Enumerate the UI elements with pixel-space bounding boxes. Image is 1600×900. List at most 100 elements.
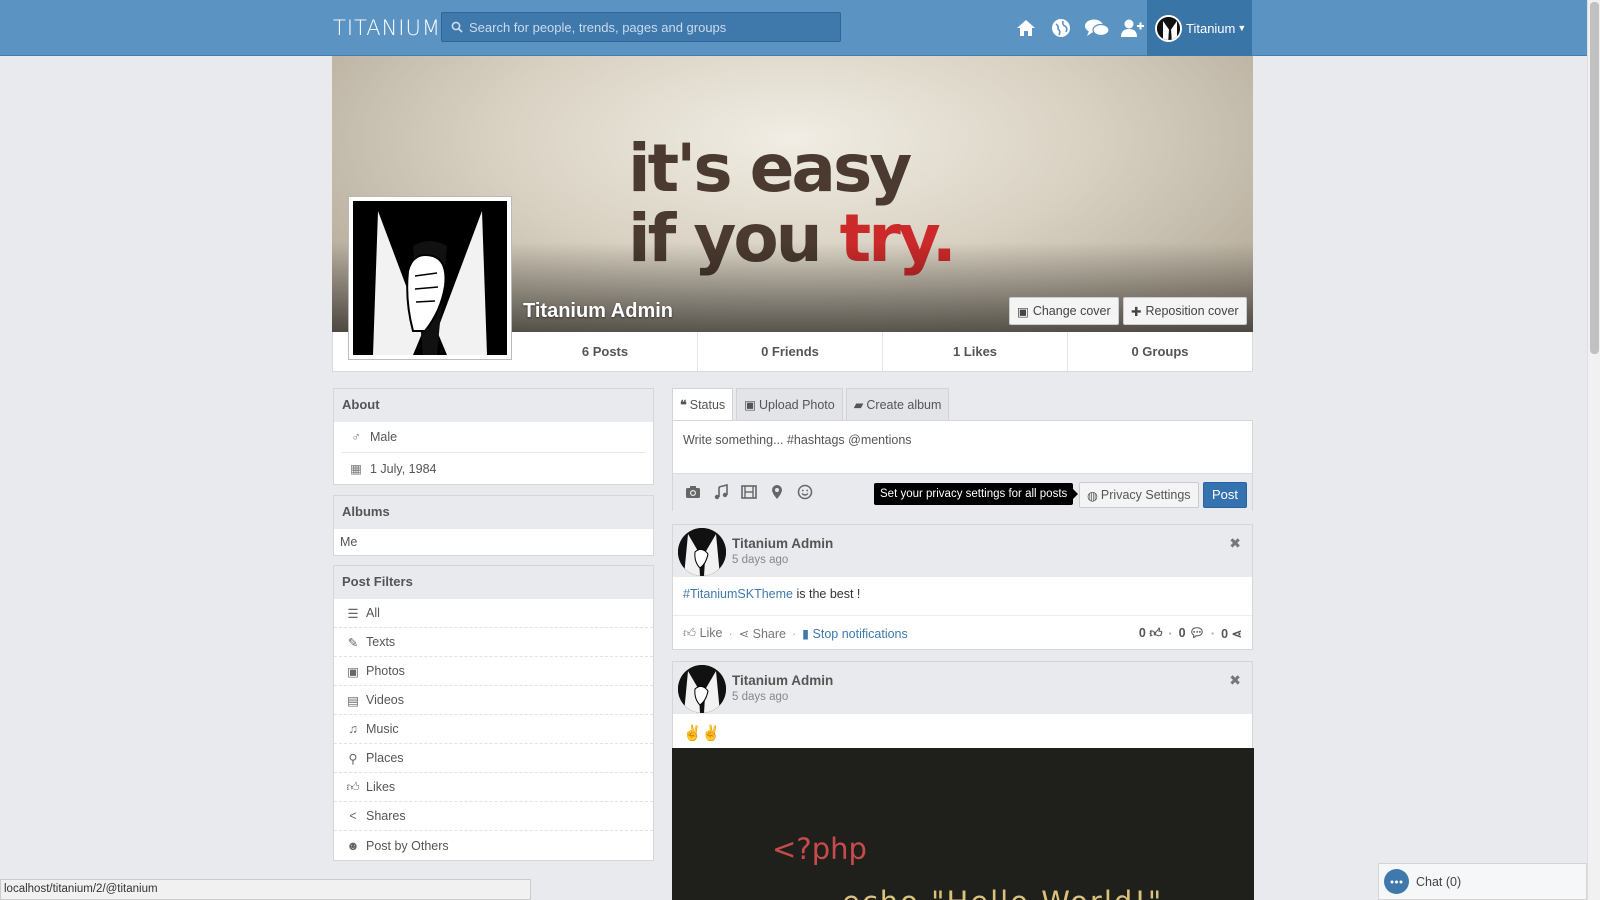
close-icon[interactable]: ✖	[1229, 535, 1241, 552]
browser-status-bar: localhost/titanium/2/@titanium	[0, 879, 531, 900]
camera-icon[interactable]	[685, 484, 701, 500]
camera-icon: ▣	[347, 664, 359, 679]
story-card: Titanium Admin 5 days ago ✖ #TitaniumSKT…	[672, 524, 1253, 650]
messages-icon[interactable]	[1084, 16, 1110, 40]
albums-title: Albums	[334, 496, 653, 529]
top-navbar: TITANIUM Titanium ▼	[0, 0, 1587, 56]
about-title: About	[334, 389, 653, 422]
music-icon: ♫	[348, 722, 358, 736]
stat-posts[interactable]: 6 Posts	[513, 332, 697, 371]
comments-count[interactable]: 0 💬︎	[1179, 626, 1205, 641]
filter-photos[interactable]: ▣ Photos	[334, 657, 653, 686]
add-friend-icon[interactable]	[1119, 16, 1144, 40]
avatar[interactable]	[678, 528, 726, 576]
avatar	[1155, 14, 1182, 42]
user-menu-label: Titanium	[1186, 20, 1236, 36]
pencil-icon: ✎	[347, 635, 359, 650]
status-textarea[interactable]: Write something... #hashtags @mentions	[683, 433, 912, 447]
tab-status[interactable]: ❝ Status	[672, 388, 734, 420]
stat-likes[interactable]: 1 Likes	[882, 332, 1067, 371]
caret-down-icon: ▼	[1237, 23, 1247, 33]
shares-count[interactable]: 0 ⋖	[1221, 626, 1242, 641]
group-icon: ☻	[346, 838, 360, 853]
calendar-icon: ▦	[350, 462, 362, 476]
film-icon[interactable]	[741, 484, 757, 500]
filter-places[interactable]: ⚲ Places	[334, 744, 653, 773]
thumbs-up-icon: 👍︎	[346, 779, 360, 794]
comments-icon: 💬︎	[1189, 626, 1205, 640]
story-author[interactable]: Titanium Admin	[732, 536, 833, 551]
globe-icon: ◍	[1087, 488, 1098, 503]
post-filters-panel: Post Filters ☰ All ✎ Texts ▣ Photos ▤ Videos…	[333, 565, 654, 861]
story-time[interactable]: 5 days ago	[732, 554, 788, 566]
camera-icon: ▣	[744, 398, 756, 412]
folder-icon: ▰	[853, 398, 864, 412]
victory-emoji: ✌✌	[683, 725, 721, 742]
reposition-cover-button[interactable]: ✚ Reposition cover	[1123, 297, 1247, 325]
stat-friends[interactable]: 0 Friends	[697, 332, 882, 371]
map-marker-icon[interactable]	[769, 484, 785, 500]
tab-upload-photo[interactable]: ▣ Upload Photo	[736, 388, 843, 420]
story-text: ✌✌	[673, 714, 1252, 752]
quote-icon: ❝	[680, 398, 687, 412]
user-menu[interactable]: Titanium ▼	[1147, 0, 1252, 56]
story-image[interactable]: <?php echo "Hello World!"	[672, 748, 1254, 900]
camera-icon: ▣	[1017, 304, 1029, 319]
suit-avatar-image	[353, 201, 507, 355]
story-text: #TitaniumSKTheme is the best !	[683, 587, 861, 601]
like-button[interactable]: 👍︎ Like	[683, 626, 723, 641]
share-icon: ⋖	[738, 627, 750, 641]
profile-name: Titanium Admin	[523, 300, 673, 322]
site-logo[interactable]: TITANIUM	[333, 16, 441, 40]
share-icon: ⋖	[1231, 627, 1242, 641]
publisher-tabs: ❝ Status ▣ Upload Photo ▰ Create album	[672, 388, 950, 420]
thumbs-up-icon: 👍︎	[1149, 626, 1163, 640]
about-panel: About ♂ Male ▦ 1 July, 1984	[333, 388, 654, 485]
search-input[interactable]	[469, 19, 829, 35]
filter-all[interactable]: ☰ All	[334, 599, 653, 628]
filter-likes[interactable]: 👍︎ Likes	[334, 773, 653, 802]
share-icon: <	[349, 809, 357, 823]
stat-groups[interactable]: 0 Groups	[1067, 332, 1252, 371]
hashtag-link[interactable]: #TitaniumSKTheme	[683, 587, 793, 601]
music-icon[interactable]	[713, 483, 729, 500]
cover-text-line1: it's easy	[628, 130, 912, 207]
globe-icon[interactable]	[1049, 16, 1073, 40]
privacy-settings-button[interactable]: ◍ Privacy Settings	[1079, 482, 1199, 508]
change-cover-button[interactable]: ▣ Change cover	[1009, 297, 1119, 325]
list-icon: ☰	[347, 606, 359, 621]
male-icon: ♂	[351, 430, 361, 444]
filter-shares[interactable]: < Shares	[334, 802, 653, 831]
search-box[interactable]	[441, 12, 841, 42]
privacy-tooltip: Set your privacy settings for all posts	[874, 483, 1079, 505]
story-time[interactable]: 5 days ago	[732, 691, 788, 703]
filter-videos[interactable]: ▤ Videos	[334, 686, 653, 715]
scrollbar-thumb[interactable]	[1590, 2, 1599, 354]
story-footer: 👍︎ Like · ⋖ Share · ▮ Stop notifications…	[673, 615, 1252, 649]
page-scrollbar[interactable]	[1587, 0, 1600, 900]
filter-texts[interactable]: ✎ Texts	[334, 628, 653, 657]
filter-post-by-others[interactable]: ☻ Post by Others	[334, 831, 653, 860]
smiley-icon[interactable]	[797, 484, 813, 500]
chat-bar[interactable]: Chat (0)	[1378, 863, 1587, 900]
film-icon: ▤	[347, 693, 359, 708]
home-icon[interactable]	[1014, 16, 1038, 40]
profile-picture[interactable]	[348, 196, 512, 360]
code-line-echo: echo "Hello World!"	[842, 885, 1163, 900]
share-button[interactable]: ⋖ Share	[739, 626, 786, 641]
filter-music[interactable]: ♫ Music	[334, 715, 653, 744]
story-header: Titanium Admin 5 days ago ✖	[673, 662, 1252, 714]
tab-create-album[interactable]: ▰ Create album	[845, 388, 950, 420]
story-author[interactable]: Titanium Admin	[732, 673, 833, 688]
bookmark-icon: ▮	[802, 627, 810, 641]
chat-icon	[1384, 869, 1409, 894]
likes-count[interactable]: 0 👍︎	[1139, 626, 1163, 641]
stop-notifications-button[interactable]: ▮ Stop notifications	[802, 626, 908, 641]
move-icon: ✚	[1131, 304, 1142, 319]
close-icon[interactable]: ✖	[1229, 672, 1241, 689]
search-icon	[451, 21, 463, 33]
albums-panel: Albums Me	[333, 495, 654, 556]
post-button[interactable]: Post	[1203, 482, 1247, 508]
album-item-me[interactable]: Me	[334, 529, 653, 555]
avatar[interactable]	[678, 665, 726, 713]
